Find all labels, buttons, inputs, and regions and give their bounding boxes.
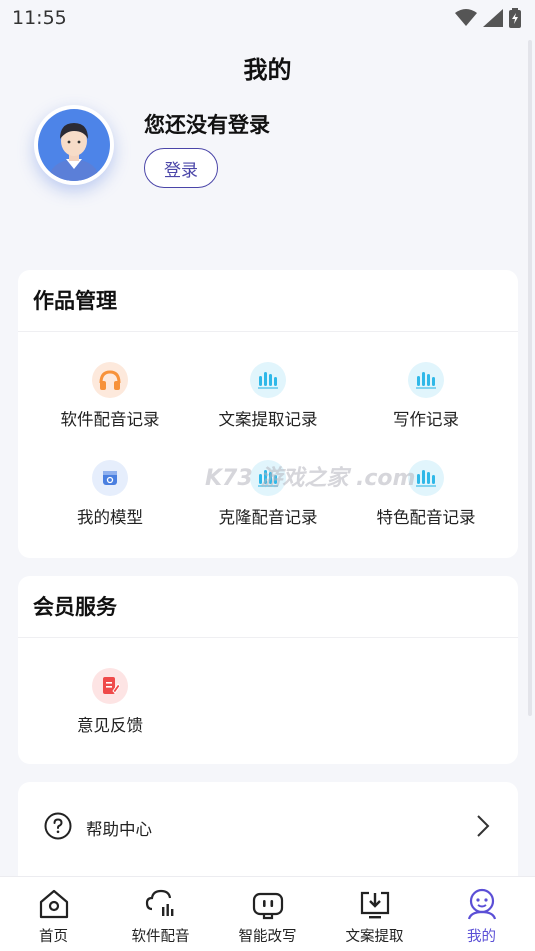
grid-item-label: 软件配音记录 bbox=[60, 410, 160, 429]
tab-smart-rewrite[interactable]: 智能改写 bbox=[214, 887, 321, 946]
feedback-icon bbox=[92, 668, 128, 704]
status-bar: 11:55 bbox=[0, 0, 535, 36]
login-status-text: 您还没有登录 bbox=[144, 113, 270, 137]
wifi-icon bbox=[455, 9, 477, 26]
grid-item-writing-records[interactable]: 写作记录 bbox=[346, 362, 506, 452]
extract-icon bbox=[360, 891, 389, 919]
signal-icon bbox=[483, 9, 503, 27]
works-card-title: 作品管理 bbox=[18, 270, 518, 332]
headphones-icon bbox=[92, 362, 128, 398]
grid-item-label: 特色配音记录 bbox=[376, 508, 476, 527]
watermark: K73 游戏之家 .com bbox=[205, 466, 416, 491]
scrollbar[interactable] bbox=[528, 40, 532, 716]
page-title: 我的 bbox=[243, 56, 292, 84]
tab-copy-extraction[interactable]: 文案提取 bbox=[321, 887, 428, 946]
grid-item-software-dubbing-records[interactable]: 软件配音记录 bbox=[30, 362, 190, 452]
tab-label: 智能改写 bbox=[238, 929, 297, 945]
tab-label: 文案提取 bbox=[345, 929, 404, 945]
tab-label: 我的 bbox=[467, 929, 496, 945]
avatar[interactable] bbox=[34, 105, 114, 185]
user-avatar-icon bbox=[38, 109, 110, 181]
tab-label: 首页 bbox=[39, 929, 68, 945]
audio-bars-icon bbox=[250, 362, 286, 398]
grid-item-label: 克隆配音记录 bbox=[218, 508, 318, 527]
dubbing-icon bbox=[145, 889, 173, 916]
tab-home[interactable]: 首页 bbox=[0, 887, 107, 946]
chevron-right-icon bbox=[477, 815, 490, 837]
profile-icon bbox=[467, 888, 496, 920]
member-card-title: 会员服务 bbox=[18, 576, 518, 638]
tab-label: 软件配音 bbox=[131, 929, 190, 945]
grid-item-feedback[interactable]: 意见反馈 bbox=[30, 668, 190, 758]
works-card: 作品管理 软件配音记录 文案提取记录 写作记录 我的模型 克隆配音记录 特色配音… bbox=[18, 270, 518, 558]
login-button[interactable]: 登录 bbox=[144, 148, 218, 188]
profile-section: 您还没有登录 登录 bbox=[34, 105, 494, 195]
grid-item-label: 写作记录 bbox=[393, 410, 459, 429]
status-icons bbox=[455, 8, 521, 28]
grid-item-my-models[interactable]: 我的模型 bbox=[30, 460, 190, 550]
grid-item-label: 意见反馈 bbox=[77, 716, 143, 735]
grid-item-label: 我的模型 bbox=[77, 508, 143, 527]
tab-my-profile[interactable]: 我的 bbox=[428, 887, 535, 946]
robot-icon bbox=[252, 892, 283, 920]
bottom-tab-bar: 首页 软件配音 智能改写 文案提取 我的 bbox=[0, 876, 535, 951]
help-center-label: 帮助中心 bbox=[86, 820, 152, 839]
question-circle-icon bbox=[44, 812, 72, 840]
grid-item-copy-extraction-records[interactable]: 文案提取记录 bbox=[188, 362, 348, 452]
home-icon bbox=[39, 889, 68, 919]
help-center-row[interactable]: 帮助中心 bbox=[18, 804, 518, 848]
member-card: 会员服务 意见反馈 bbox=[18, 576, 518, 764]
model-box-icon bbox=[92, 460, 128, 496]
tab-software-dubbing[interactable]: 软件配音 bbox=[107, 887, 214, 946]
status-time: 11:55 bbox=[12, 7, 67, 29]
audio-bars-icon bbox=[408, 362, 444, 398]
battery-icon bbox=[509, 8, 521, 28]
grid-item-label: 文案提取记录 bbox=[218, 410, 318, 429]
